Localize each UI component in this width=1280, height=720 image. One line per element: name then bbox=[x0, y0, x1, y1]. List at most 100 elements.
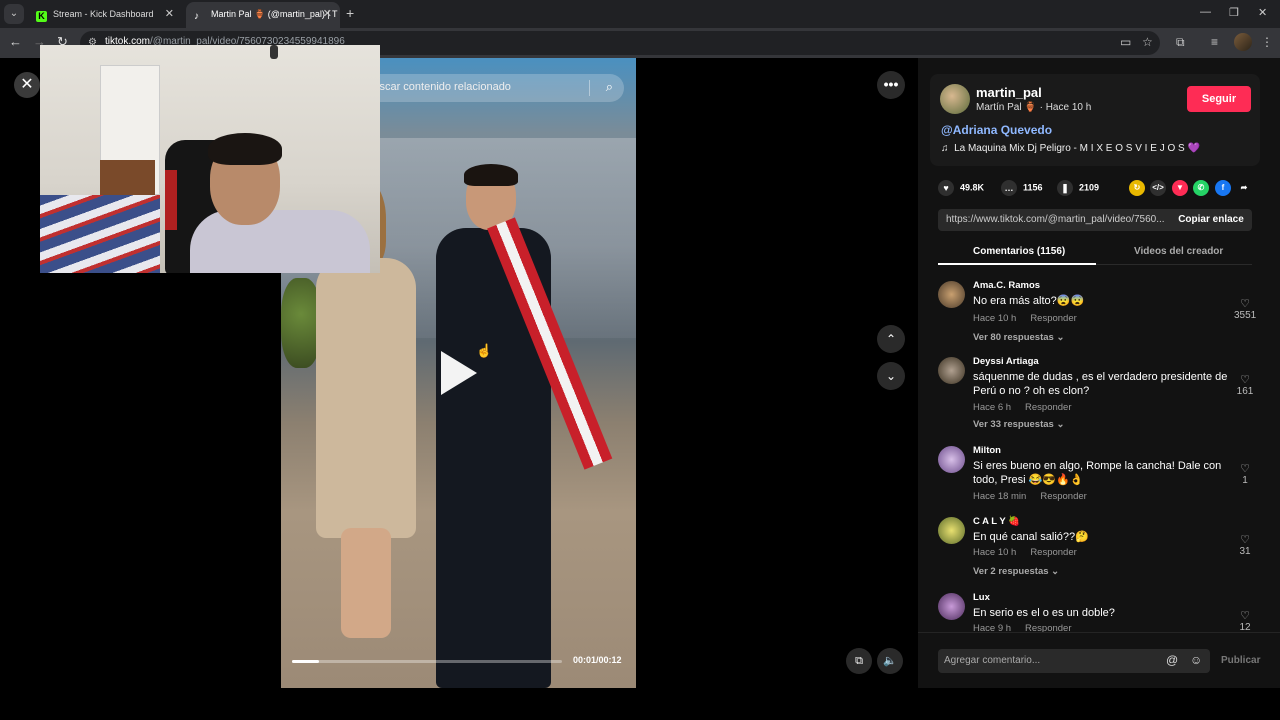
commenter-avatar[interactable] bbox=[938, 593, 965, 620]
volume-icon[interactable]: 🔈 bbox=[877, 648, 903, 674]
comment-list[interactable]: Ama.C. Ramos No era más alto?😨😨 Hace 10 … bbox=[938, 280, 1268, 632]
view-replies-link[interactable]: Ver 80 respuestas ⌄ bbox=[973, 332, 1064, 343]
comment-like[interactable]: ♡ 12 bbox=[1234, 609, 1256, 632]
restore-icon[interactable]: ❐ bbox=[1229, 6, 1239, 19]
pip-icon[interactable]: ⧉ bbox=[846, 648, 872, 674]
heart-outline-icon: ♡ bbox=[1240, 298, 1250, 310]
previous-video-button[interactable]: ⌃ bbox=[877, 325, 905, 353]
close-video-button[interactable]: ✕ bbox=[14, 72, 40, 98]
comment-composer: Agregar comentario... @ ☺ Publicar bbox=[918, 632, 1280, 688]
profile-avatar[interactable] bbox=[1234, 33, 1252, 51]
comment-input-placeholder: Agregar comentario... bbox=[944, 655, 1041, 666]
comment-username[interactable]: Ama.C. Ramos bbox=[973, 280, 1040, 291]
extensions-icon[interactable]: ⧉ bbox=[1176, 35, 1185, 50]
cast-icon[interactable]: ▭ bbox=[1120, 35, 1131, 49]
mention-icon[interactable]: @ bbox=[1166, 653, 1178, 667]
comment-username[interactable]: Milton bbox=[973, 445, 1001, 456]
comment-item: Deyssi Artiaga sáquenme de dudas , es el… bbox=[938, 356, 1258, 445]
music-note-icon: ♫ bbox=[941, 143, 949, 154]
comment-meta: Hace 10 h Responder bbox=[973, 547, 1077, 558]
copy-link-button[interactable]: Copiar enlace bbox=[1170, 209, 1252, 231]
commenter-avatar[interactable] bbox=[938, 357, 965, 384]
comment-like[interactable]: ♡ 1 bbox=[1234, 462, 1256, 486]
tab-kick-dashboard[interactable]: K Stream - Kick Dashboard ✕ bbox=[28, 2, 182, 28]
commenter-avatar[interactable] bbox=[938, 446, 965, 473]
related-search-placeholder: Buscar contenido relacionado bbox=[366, 81, 511, 93]
video-link-text[interactable]: https://www.tiktok.com/@martin_pal/video… bbox=[946, 214, 1164, 225]
like-action[interactable]: ♥ 49.8K bbox=[938, 180, 984, 196]
bookmark-icon: ❚ bbox=[1057, 180, 1073, 196]
active-tab-indicator bbox=[938, 263, 1096, 265]
music-line[interactable]: ♫ La Maquina Mix Dj Peligro - M I X E O … bbox=[941, 143, 1200, 154]
comment-username[interactable]: C A L Y 🍓 bbox=[973, 516, 1020, 527]
facebook-icon[interactable]: f bbox=[1215, 180, 1231, 196]
comment-tabs: Comentarios (1156) Videos del creador bbox=[938, 243, 1252, 265]
view-replies-link[interactable]: Ver 33 respuestas ⌄ bbox=[973, 419, 1064, 430]
author-avatar[interactable] bbox=[940, 84, 970, 114]
tab-search-button[interactable]: ⌄ bbox=[4, 4, 24, 24]
post-comment-button[interactable]: Publicar bbox=[1221, 655, 1260, 666]
whatsapp-icon[interactable]: ✆ bbox=[1193, 180, 1209, 196]
window-close-icon[interactable]: ✕ bbox=[1258, 6, 1267, 19]
video-progress-bar[interactable] bbox=[292, 660, 562, 663]
mention-link[interactable]: @Adriana Quevedo bbox=[941, 123, 1052, 137]
video-info-card: martin_pal Martín Pal 🏺 · Hace 10 h Segu… bbox=[930, 74, 1260, 166]
comment-text: No era más alto?😨😨 bbox=[973, 295, 1085, 307]
reply-button[interactable]: Responder bbox=[1025, 623, 1071, 632]
reply-button[interactable]: Responder bbox=[1040, 491, 1086, 502]
minimize-icon[interactable]: — bbox=[1200, 6, 1211, 18]
new-tab-button[interactable]: + bbox=[346, 5, 354, 21]
send-to-friends-icon[interactable]: ▼ bbox=[1172, 180, 1188, 196]
close-tab-icon[interactable]: ✕ bbox=[165, 2, 174, 26]
commenter-avatar[interactable] bbox=[938, 517, 965, 544]
back-icon[interactable]: ← bbox=[9, 34, 22, 49]
author-username[interactable]: martin_pal bbox=[976, 85, 1042, 100]
bookmark-star-icon[interactable]: ☆ bbox=[1142, 35, 1153, 49]
view-replies-link[interactable]: Ver 2 respuestas ⌄ bbox=[973, 566, 1059, 577]
comment-like[interactable]: ♡ 3551 bbox=[1234, 297, 1256, 321]
video-progress-fill bbox=[292, 660, 319, 663]
heart-icon: ♥ bbox=[938, 180, 954, 196]
tab-tiktok[interactable]: ♪ Martin Pal 🏺 (@martin_pal) | T ✕ bbox=[186, 2, 340, 28]
repost-icon[interactable]: ↻ bbox=[1129, 180, 1145, 196]
browser-tab-bar: ⌄ K Stream - Kick Dashboard ✕ ♪ Martin Pal… bbox=[0, 0, 1280, 28]
tab-comments[interactable]: Comentarios (1156) bbox=[973, 246, 1065, 257]
comment-meta: Hace 6 h Responder bbox=[973, 402, 1072, 413]
search-icon[interactable]: ⌕ bbox=[606, 79, 613, 95]
commenter-avatar[interactable] bbox=[938, 281, 965, 308]
comment-text: En serio es el o es un doble? bbox=[973, 607, 1115, 619]
webcam-streamer-body bbox=[190, 210, 370, 273]
tab-creator-videos[interactable]: Videos del creador bbox=[1134, 246, 1223, 257]
author-subline: Martín Pal 🏺 · Hace 10 h bbox=[976, 102, 1092, 113]
comment-like[interactable]: ♡ 31 bbox=[1234, 533, 1256, 557]
follow-button[interactable]: Seguir bbox=[1187, 86, 1251, 112]
related-search-box[interactable]: Buscar contenido relacionado ⌕ bbox=[356, 74, 624, 102]
reply-button[interactable]: Responder bbox=[1030, 547, 1076, 558]
comment-username[interactable]: Lux bbox=[973, 592, 990, 603]
heart-outline-icon: ♡ bbox=[1240, 610, 1250, 622]
save-action[interactable]: ❚ 2109 bbox=[1057, 180, 1099, 196]
reply-button[interactable]: Responder bbox=[1030, 313, 1076, 324]
share-arrow-icon[interactable]: ➦ bbox=[1236, 180, 1252, 196]
emoji-icon[interactable]: ☺ bbox=[1190, 653, 1202, 667]
tab-title: Stream - Kick Dashboard bbox=[53, 9, 154, 19]
embed-icon[interactable]: </> bbox=[1150, 180, 1166, 196]
browser-menu-icon[interactable]: ⋮ bbox=[1261, 35, 1273, 49]
comment-input[interactable]: Agregar comentario... @ ☺ bbox=[938, 649, 1210, 673]
play-icon[interactable] bbox=[441, 351, 477, 395]
more-options-button[interactable]: ••• bbox=[877, 71, 905, 99]
tiktok-icon: ♪ bbox=[194, 11, 199, 22]
comment-like[interactable]: ♡ 161 bbox=[1234, 373, 1256, 397]
media-control-icon[interactable]: ≡ bbox=[1211, 35, 1218, 49]
comment-action[interactable]: … 1156 bbox=[1001, 180, 1043, 196]
comment-username[interactable]: Deyssi Artiaga bbox=[973, 356, 1039, 367]
video-person-man bbox=[431, 164, 613, 688]
comment-item: Ama.C. Ramos No era más alto?😨😨 Hace 10 … bbox=[938, 280, 1258, 356]
reply-button[interactable]: Responder bbox=[1025, 402, 1071, 413]
next-video-button[interactable]: ⌄ bbox=[877, 362, 905, 390]
close-tab-icon[interactable]: ✕ bbox=[323, 2, 332, 26]
comment-meta: Hace 18 min Responder bbox=[973, 491, 1087, 502]
comment-item: C A L Y 🍓 En qué canal salió??🤔 Hace 10 … bbox=[938, 516, 1258, 592]
webcam-overlay bbox=[40, 45, 380, 273]
comment-item: Milton Si eres bueno en algo, Rompe la c… bbox=[938, 445, 1258, 516]
